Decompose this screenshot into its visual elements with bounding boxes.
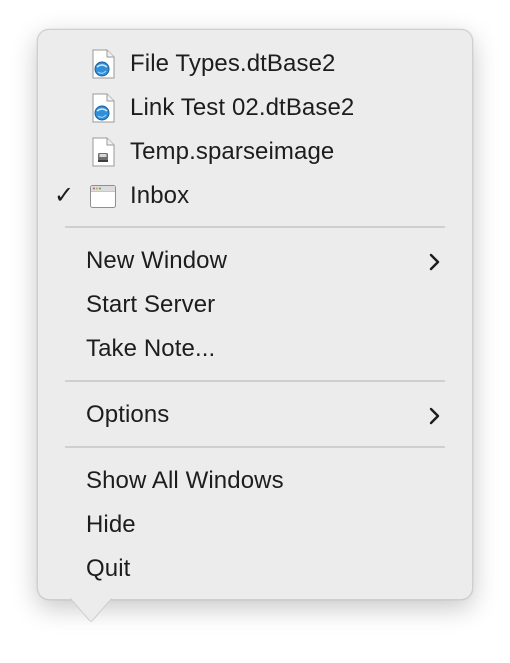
checkmark-icon: ✓ bbox=[54, 182, 75, 209]
database-document-icon bbox=[89, 93, 117, 123]
menu-item-label: Inbox bbox=[130, 182, 190, 209]
menu-item-label: Quit bbox=[86, 555, 131, 582]
menu-separator bbox=[65, 380, 445, 382]
menu-item-temp-sparseimage[interactable]: Temp.sparseimage bbox=[38, 132, 472, 172]
menu-item-label: Take Note... bbox=[86, 335, 216, 362]
menu-pointer-tail bbox=[69, 598, 113, 622]
menu-item-label: File Types.dtBase2 bbox=[130, 50, 336, 77]
window-icon bbox=[89, 181, 117, 211]
menu-item-label: Temp.sparseimage bbox=[130, 138, 335, 165]
menu-item-hide[interactable]: Hide bbox=[38, 505, 472, 545]
menu-item-label: Start Server bbox=[86, 291, 216, 318]
database-document-icon bbox=[89, 49, 117, 79]
menu-item-label: Options bbox=[86, 401, 170, 428]
menu-item-inbox[interactable]: ✓ Inbox bbox=[38, 176, 472, 216]
menu-item-label: Show All Windows bbox=[86, 467, 284, 494]
menu-item-file-types[interactable]: File Types.dtBase2 bbox=[38, 44, 472, 84]
menu-item-link-test[interactable]: Link Test 02.dtBase2 bbox=[38, 88, 472, 128]
disk-image-document-icon bbox=[89, 137, 117, 167]
chevron-right-icon bbox=[428, 251, 442, 271]
menu-item-start-server[interactable]: Start Server bbox=[38, 285, 472, 325]
menu-item-options[interactable]: Options bbox=[38, 395, 472, 435]
dock-context-menu: File Types.dtBase2 Link Test 02.dtBase2 bbox=[37, 29, 473, 600]
menu-item-label: New Window bbox=[86, 247, 228, 274]
menu-item-take-note[interactable]: Take Note... bbox=[38, 329, 472, 369]
menu-separator bbox=[65, 446, 445, 448]
menu-item-label: Link Test 02.dtBase2 bbox=[130, 94, 355, 121]
menu-item-new-window[interactable]: New Window bbox=[38, 241, 472, 281]
menu-item-label: Hide bbox=[86, 511, 136, 538]
menu-separator bbox=[65, 226, 445, 228]
menu-item-quit[interactable]: Quit bbox=[38, 549, 472, 589]
chevron-right-icon bbox=[428, 405, 442, 425]
menu-item-show-all-windows[interactable]: Show All Windows bbox=[38, 461, 472, 501]
